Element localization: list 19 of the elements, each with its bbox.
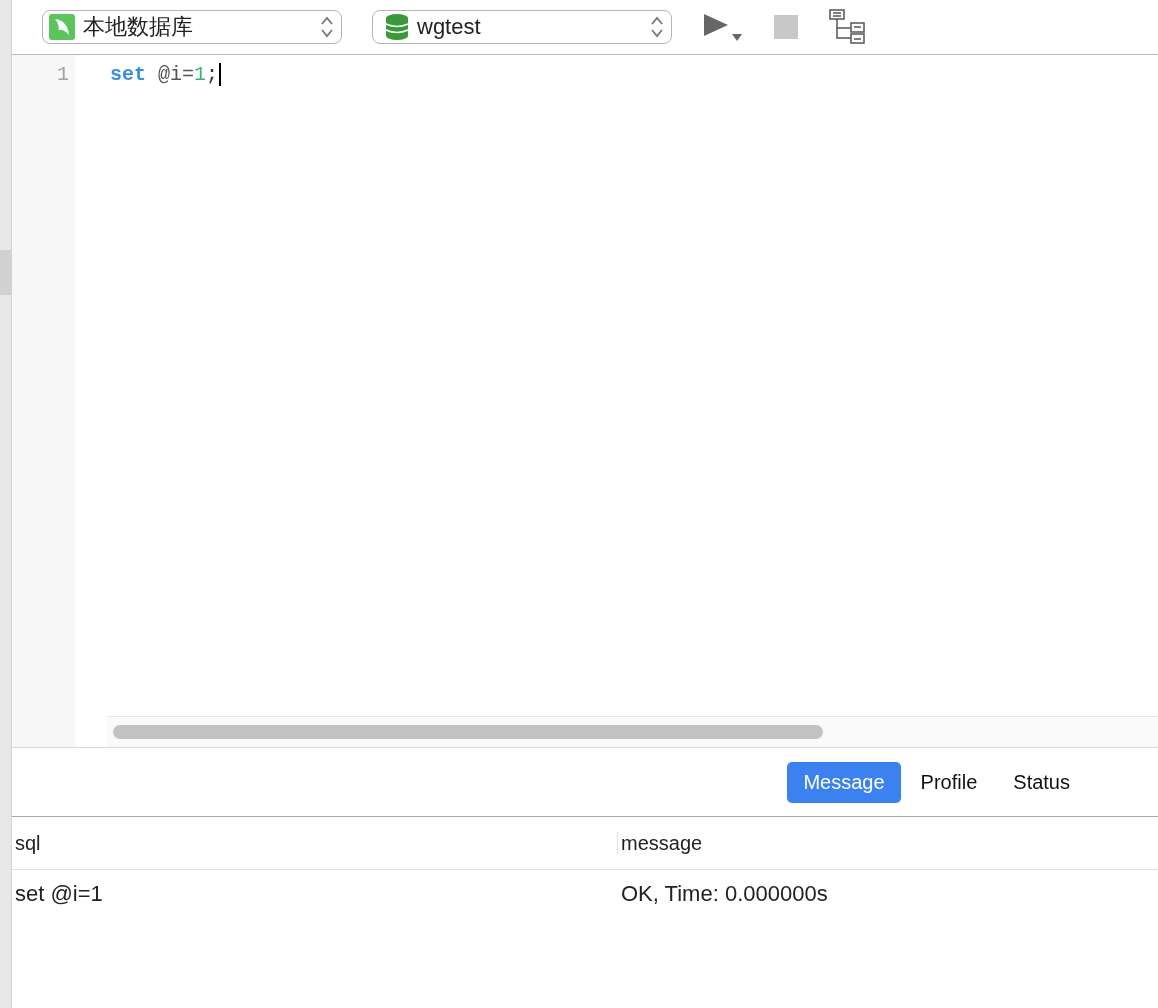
result-tab[interactable]: Message [787,761,901,803]
database-icon [385,14,409,40]
stop-icon[interactable] [774,15,798,39]
table-cell-text: OK, Time: 0.000000s [620,881,829,907]
run-icon[interactable] [702,12,744,42]
explain-tree-icon[interactable] [828,9,866,45]
sidebar-scroll-thumb[interactable] [0,250,11,295]
result-tab[interactable]: Profile [904,761,994,803]
column-header: sql [14,831,42,855]
chevron-updown-icon [321,16,333,38]
chevron-updown-icon [651,16,663,38]
column-header: message [617,831,1158,855]
table-cell-text: set @i=1 [14,881,104,907]
database-select[interactable]: wgtest [372,10,672,44]
connection-select[interactable]: 本地数据库 [42,10,342,44]
code-line: set @i=1; [110,63,222,86]
line-number: 1 [56,63,69,86]
result-tab[interactable]: Status [997,761,1086,803]
horizontal-scroll-thumb[interactable] [113,725,823,739]
